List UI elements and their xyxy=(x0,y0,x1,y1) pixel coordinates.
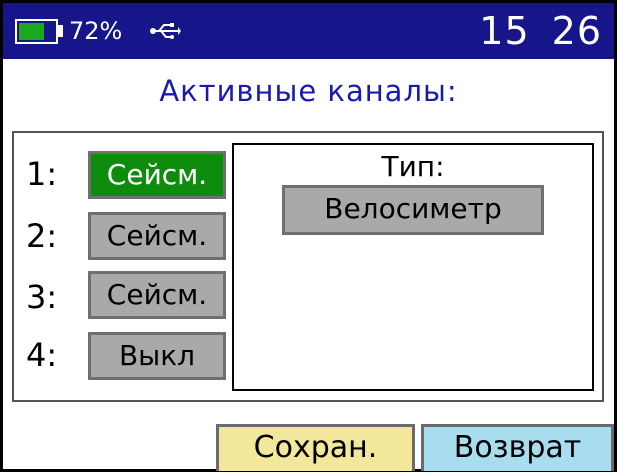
channel-2-label: 2: xyxy=(26,217,58,255)
page-title: Активные каналы: xyxy=(159,74,458,108)
battery-fill xyxy=(19,23,44,40)
channel-1-label: 1: xyxy=(26,155,58,193)
channel-4-button[interactable]: Выкл xyxy=(88,332,226,380)
channels-frame: 1: Сейсм. 2: Сейсм. 3: Сейсм. 4: Выкл Ти… xyxy=(12,131,604,402)
save-button[interactable]: Сохран. xyxy=(216,424,415,471)
channel-4-label: 4: xyxy=(26,336,58,374)
battery-percent: 72% xyxy=(69,17,123,45)
channel-2-button[interactable]: Сейсм. xyxy=(88,212,226,260)
back-button[interactable]: Возврат xyxy=(421,424,614,471)
status-bar: 72% 15 26 xyxy=(3,3,614,59)
device-screen: 72% 15 26 Активные каналы: 1: Сейсм. 2: С… xyxy=(2,2,615,471)
battery-icon xyxy=(15,19,58,44)
clock: 15 26 xyxy=(479,9,602,53)
usb-icon xyxy=(150,23,181,39)
channel-3-button[interactable]: Сейсм. xyxy=(88,271,226,319)
type-panel: Тип: Велосиметр xyxy=(232,143,594,391)
clock-hours: 15 xyxy=(479,9,530,53)
battery-tip xyxy=(58,25,63,37)
channel-1-button[interactable]: Сейсм. xyxy=(88,151,226,199)
clock-minutes: 26 xyxy=(551,9,602,53)
channel-3-label: 3: xyxy=(26,278,58,316)
type-label: Тип: xyxy=(381,150,445,183)
type-select-button[interactable]: Велосиметр xyxy=(282,185,544,235)
